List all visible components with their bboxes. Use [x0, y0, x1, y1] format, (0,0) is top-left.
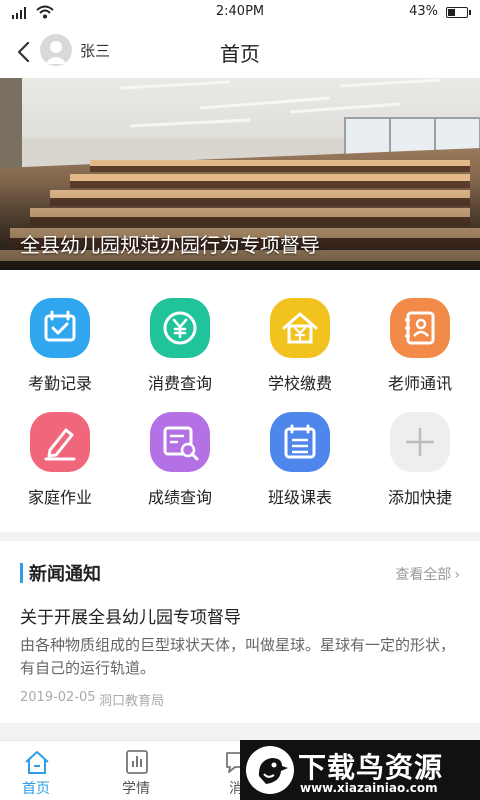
- contacts-book-icon: [390, 298, 450, 358]
- home-icon: [25, 751, 49, 774]
- banner-carousel[interactable]: 全县幼儿园规范办园行为专项督导: [0, 78, 480, 270]
- grid-item-class-schedule[interactable]: 班级课表: [240, 384, 360, 507]
- nav-bar: 张三 首页: [0, 26, 480, 78]
- chevron-right-icon: ›: [454, 567, 460, 583]
- banner-caption: 全县幼儿园规范办园行为专项督导: [20, 233, 320, 257]
- yuan-circle-icon: [150, 298, 210, 358]
- report-search-icon: [150, 412, 210, 472]
- news-description: 由各种物质组成的巨型球状天体，叫做星球。星球有一定的形状，有自己的运行轨道。: [20, 636, 456, 677]
- grid-item-attendance[interactable]: 考勤记录: [0, 270, 120, 393]
- grid-item-grades[interactable]: 成绩查询: [120, 384, 240, 507]
- grid-item-teacher-contacts[interactable]: 老师通讯: [360, 270, 480, 393]
- tab-label: 学情: [122, 781, 150, 797]
- news-source: 洞口教育局: [99, 694, 165, 709]
- page-title: 首页: [220, 42, 260, 66]
- battery-icon: [446, 7, 471, 18]
- grid-item-consumption[interactable]: 消费查询: [120, 270, 240, 393]
- section-accent-bar: [20, 563, 23, 583]
- calendar-check-icon: [30, 298, 90, 358]
- bird-logo-icon: [246, 746, 294, 794]
- yuan-house-icon: [270, 298, 330, 358]
- grid-item-add-shortcut[interactable]: 添加快捷: [360, 384, 480, 507]
- status-time: 2:40PM: [215, 4, 265, 19]
- function-grid: 考勤记录 消费查询 学校缴费 老师通讯 家庭作业 成绩查询 班级课表 添加快捷: [0, 270, 480, 532]
- watermark-title: 下载鸟资源: [298, 751, 444, 784]
- grid-item-label: 成绩查询: [147, 488, 212, 507]
- watermark: 下载鸟资源 www.xiazainiao.com: [240, 740, 480, 800]
- tab-label: 首页: [22, 781, 50, 797]
- view-all-label: 查看全部: [395, 567, 452, 583]
- grid-item-school-payment[interactable]: 学校缴费: [240, 270, 360, 393]
- news-section: 新闻通知 查看全部 › 关于开展全县幼儿园专项督导 由各种物质组成的巨型球状天体，…: [0, 541, 480, 723]
- pencil-icon: [30, 412, 90, 472]
- bar-chart-icon: [126, 750, 148, 774]
- grid-item-label: 添加快捷: [387, 488, 452, 507]
- status-bar: 2:40PM 43%: [0, 0, 480, 26]
- tab-home[interactable]: 首页: [0, 741, 86, 800]
- watermark-url: www.xiazainiao.com: [300, 781, 438, 795]
- battery-percent: 43%: [409, 4, 438, 19]
- schedule-list-icon: [270, 412, 330, 472]
- grid-item-label: 家庭作业: [27, 488, 92, 507]
- grid-item-homework[interactable]: 家庭作业: [0, 384, 120, 507]
- view-all-link[interactable]: 查看全部 ›: [395, 564, 460, 584]
- plus-icon: [390, 412, 450, 472]
- grid-item-label: 班级课表: [267, 488, 332, 507]
- news-title[interactable]: 关于开展全县幼儿园专项督导: [20, 603, 241, 628]
- news-heading: 新闻通知: [29, 564, 101, 585]
- tab-learning[interactable]: 学情: [86, 741, 186, 800]
- news-date: 2019-02-05: [20, 690, 96, 705]
